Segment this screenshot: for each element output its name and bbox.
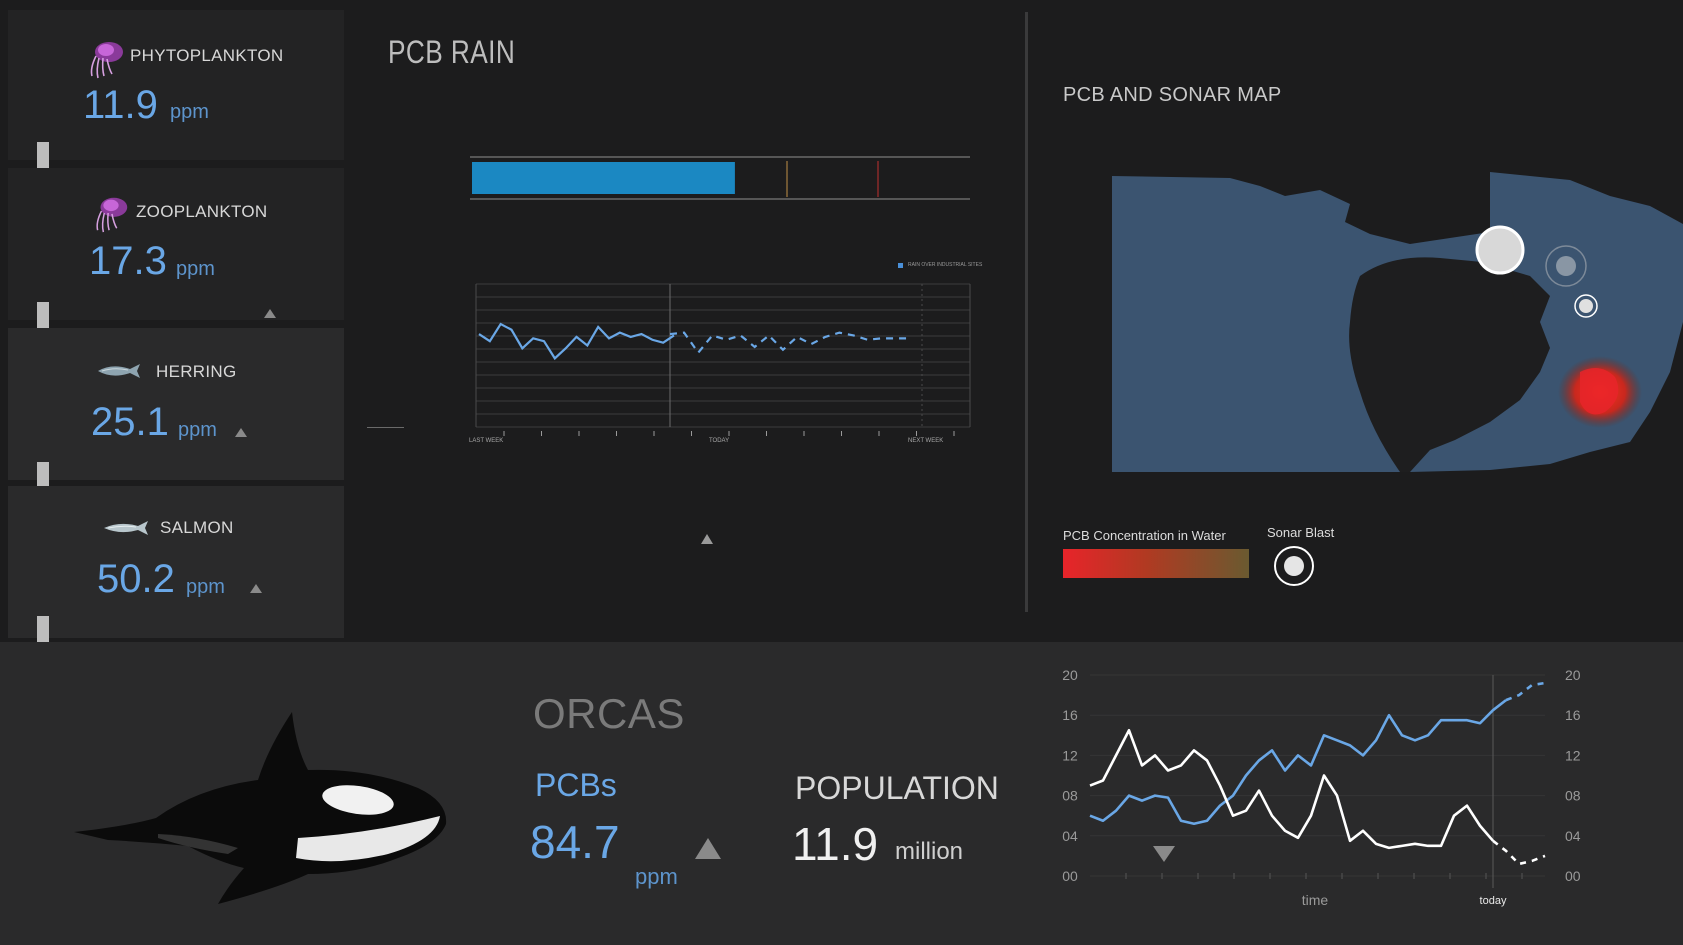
legend-sonar-label: Sonar Blast <box>1267 525 1335 540</box>
x-label-time: time <box>1302 892 1329 908</box>
rain-x-label: NEXT WEEK <box>908 438 944 444</box>
pcb-sonar-map[interactable] <box>1110 172 1683 474</box>
rain-x-label: LAST WEEK <box>469 438 504 444</box>
pcb-rain-title: PCB RAIN <box>388 34 516 70</box>
chain-card-zooplankton[interactable]: ZOOPLANKTON 17.3 ppm <box>8 168 344 320</box>
y-tick-right: 12 <box>1565 747 1581 763</box>
y-tick-left: 12 <box>1062 747 1078 763</box>
chain-unit: ppm <box>170 101 209 123</box>
chain-value: 17.3 <box>89 239 167 283</box>
expand-icon[interactable] <box>701 534 713 544</box>
chain-value: 25.1 <box>91 400 169 444</box>
chain-name: PHYTOPLANKTON <box>130 46 284 65</box>
fish-icon <box>98 364 140 378</box>
y-tick-right: 16 <box>1565 707 1581 723</box>
sonar-blast-icon <box>1556 256 1576 276</box>
map-title: PCB AND SONAR MAP <box>1063 84 1282 106</box>
pcb-gradient-swatch <box>1063 549 1249 578</box>
orcas-title: ORCAS <box>533 690 685 737</box>
y-tick-right: 04 <box>1565 828 1581 844</box>
legend-pcb-label: PCB Concentration in Water <box>1063 528 1226 543</box>
pcbs-label: PCBs <box>535 767 617 803</box>
legend-label: RAIN OVER INDUSTRIAL SITES <box>908 262 983 268</box>
legend-swatch <box>898 262 903 268</box>
chain-unit: ppm <box>178 419 217 441</box>
y-tick-left: 08 <box>1062 788 1078 804</box>
pcbs-unit: ppm <box>635 864 678 889</box>
sonar-legend-icon <box>1274 546 1314 586</box>
population-unit: million <box>895 838 964 865</box>
series-line-1 <box>1089 728 1494 850</box>
trend-up-icon <box>695 838 721 859</box>
trend-down-icon <box>1153 846 1175 862</box>
plankton-icon <box>96 197 128 233</box>
chain-name: ZOOPLANKTON <box>136 202 268 221</box>
rain-level-fill <box>472 162 735 194</box>
sonar-blast-icon <box>1579 299 1593 313</box>
y-tick-right: 08 <box>1565 788 1581 804</box>
trend-up-icon <box>235 428 247 437</box>
trend-up-icon <box>264 309 276 318</box>
y-tick-left: 04 <box>1062 828 1078 844</box>
series-line-0 <box>1089 699 1507 826</box>
rain-chart <box>475 283 971 436</box>
trend-up-icon <box>250 584 262 593</box>
chain-value: 50.2 <box>97 557 175 601</box>
chain-name: HERRING <box>156 362 237 381</box>
chain-unit: ppm <box>176 258 215 280</box>
population-label: POPULATION <box>795 770 999 806</box>
plankton-icon <box>90 42 123 79</box>
chain-card-herring[interactable]: HERRING 25.1 ppm <box>8 328 344 480</box>
y-tick-left: 00 <box>1062 868 1078 884</box>
y-tick-right: 20 <box>1565 667 1581 683</box>
section-divider <box>1025 12 1028 612</box>
y-tick-left: 16 <box>1062 707 1078 723</box>
x-label-today: today <box>1480 895 1507 907</box>
fish-icon <box>104 521 148 535</box>
chain-name: SALMON <box>160 518 234 537</box>
orca-image <box>74 712 447 904</box>
rain-series-actual <box>478 322 675 361</box>
series-projection-1 <box>1492 839 1546 866</box>
scrub-dash <box>367 427 404 428</box>
y-tick-right: 00 <box>1565 868 1581 884</box>
chain-value: 11.9 <box>83 83 158 127</box>
series-projection-0 <box>1505 681 1546 702</box>
pcbs-value: 84.7 <box>530 816 620 868</box>
chain-unit: ppm <box>186 576 225 598</box>
population-value: 11.9 <box>792 818 879 870</box>
orca-pcb-population-chart: 00 00 04 04 08 08 12 12 16 16 20 20 today time <box>1062 667 1581 908</box>
pcb-rain-level-bar <box>470 156 970 200</box>
rain-x-label: TODAY <box>709 438 730 444</box>
rain-legend: RAIN OVER INDUSTRIAL SITES <box>898 262 982 268</box>
chain-card-phytoplankton[interactable]: PHYTOPLANKTON 11.9 ppm <box>8 10 344 160</box>
y-tick-left: 20 <box>1062 667 1078 683</box>
sonar-blast-icon <box>1475 225 1525 275</box>
